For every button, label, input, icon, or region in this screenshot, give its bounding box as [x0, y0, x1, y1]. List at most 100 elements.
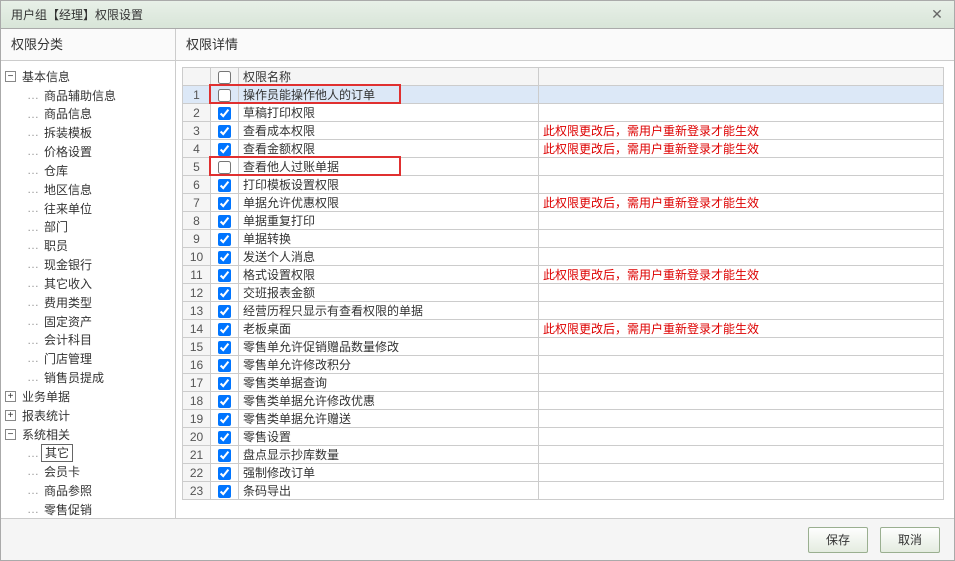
table-row[interactable]: 4查看金额权限此权限更改后，需用户重新登录才能生效 [183, 140, 944, 158]
table-row[interactable]: 12交班报表金额 [183, 284, 944, 302]
tree-leaf: 其它 [23, 444, 171, 463]
tree-leaf-label[interactable]: 零售促销 [41, 502, 95, 518]
row-checkbox-cell [211, 302, 239, 320]
row-checkbox[interactable] [218, 179, 231, 192]
table-row[interactable]: 21盘点显示抄库数量 [183, 446, 944, 464]
row-checkbox[interactable] [218, 395, 231, 408]
select-all-checkbox[interactable] [218, 71, 231, 84]
row-checkbox[interactable] [218, 449, 231, 462]
row-checkbox[interactable] [218, 287, 231, 300]
tree-leaf-label[interactable]: 会员卡 [41, 464, 83, 480]
col-checkbox[interactable] [211, 68, 239, 86]
permission-name: 打印模板设置权限 [239, 176, 539, 194]
table-row[interactable]: 22强制修改订单 [183, 464, 944, 482]
row-number: 10 [183, 248, 211, 266]
permission-note [539, 428, 944, 446]
row-checkbox[interactable] [218, 467, 231, 480]
row-checkbox[interactable] [218, 269, 231, 282]
row-checkbox[interactable] [218, 485, 231, 498]
col-name[interactable]: 权限名称 [239, 68, 539, 86]
tree-leaf-label[interactable]: 商品参照 [41, 483, 95, 499]
tree-leaf-label[interactable]: 商品信息 [41, 106, 95, 122]
row-checkbox[interactable] [218, 107, 231, 120]
table-row[interactable]: 15零售单允许促销赠品数量修改 [183, 338, 944, 356]
row-checkbox[interactable] [218, 233, 231, 246]
table-row[interactable]: 14老板桌面此权限更改后，需用户重新登录才能生效 [183, 320, 944, 338]
table-row[interactable]: 13经营历程只显示有查看权限的单据 [183, 302, 944, 320]
permission-note [539, 302, 944, 320]
table-row[interactable]: 1操作员能操作他人的订单 [183, 86, 944, 104]
row-checkbox[interactable] [218, 125, 231, 138]
tree-node-label[interactable]: 系统相关 [19, 427, 73, 443]
row-checkbox-cell [211, 356, 239, 374]
table-row[interactable]: 8单据重复打印 [183, 212, 944, 230]
row-checkbox[interactable] [218, 377, 231, 390]
grid-wrap[interactable]: 权限名称 1操作员能操作他人的订单2草稿打印权限3查看成本权限此权限更改后，需用… [176, 61, 954, 518]
table-row[interactable]: 18零售类单据允许修改优惠 [183, 392, 944, 410]
cancel-button[interactable]: 取消 [880, 527, 940, 553]
tree-leaf-label[interactable]: 拆装模板 [41, 125, 95, 141]
permission-note [539, 104, 944, 122]
tree-leaf-label[interactable]: 会计科目 [41, 332, 95, 348]
permission-note [539, 158, 944, 176]
row-checkbox[interactable] [218, 197, 231, 210]
table-row[interactable]: 16零售单允许修改积分 [183, 356, 944, 374]
row-checkbox[interactable] [218, 161, 231, 174]
tree-leaf-label[interactable]: 费用类型 [41, 295, 95, 311]
row-checkbox[interactable] [218, 431, 231, 444]
expand-icon[interactable]: + [5, 410, 16, 421]
permission-name: 老板桌面 [239, 320, 539, 338]
tree-leaf-label[interactable]: 往来单位 [41, 201, 95, 217]
collapse-icon[interactable]: − [5, 71, 16, 82]
tree-leaf: 会计科目 [23, 331, 171, 350]
save-button[interactable]: 保存 [808, 527, 868, 553]
tree-leaf-label[interactable]: 门店管理 [41, 351, 95, 367]
tree-leaf-label[interactable]: 价格设置 [41, 144, 95, 160]
table-row[interactable]: 5查看他人过账单据 [183, 158, 944, 176]
row-checkbox[interactable] [218, 143, 231, 156]
tree-leaf-label[interactable]: 职员 [41, 238, 71, 254]
row-checkbox-cell [211, 248, 239, 266]
table-row[interactable]: 6打印模板设置权限 [183, 176, 944, 194]
row-checkbox-cell [211, 374, 239, 392]
table-row[interactable]: 17零售类单据查询 [183, 374, 944, 392]
tree-node-label[interactable]: 基本信息 [19, 69, 73, 85]
table-row[interactable]: 11格式设置权限此权限更改后，需用户重新登录才能生效 [183, 266, 944, 284]
row-checkbox-cell [211, 122, 239, 140]
tree-node-label[interactable]: 业务单据 [19, 389, 73, 405]
table-row[interactable]: 19零售类单据允许赠送 [183, 410, 944, 428]
close-icon[interactable]: ✕ [928, 6, 946, 24]
tree-leaf-label[interactable]: 地区信息 [41, 182, 95, 198]
table-row[interactable]: 9单据转换 [183, 230, 944, 248]
row-checkbox[interactable] [218, 305, 231, 318]
row-checkbox[interactable] [218, 323, 231, 336]
table-row[interactable]: 7单据允许优惠权限此权限更改后，需用户重新登录才能生效 [183, 194, 944, 212]
tree-leaf-label[interactable]: 现金银行 [41, 257, 95, 273]
table-row[interactable]: 23条码导出 [183, 482, 944, 500]
row-checkbox[interactable] [218, 359, 231, 372]
tree-leaf-label[interactable]: 其它收入 [41, 276, 95, 292]
collapse-icon[interactable]: − [5, 429, 16, 440]
row-checkbox[interactable] [218, 341, 231, 354]
row-checkbox[interactable] [218, 251, 231, 264]
table-row[interactable]: 10发送个人消息 [183, 248, 944, 266]
tree-node-label[interactable]: 报表统计 [19, 408, 73, 424]
tree-leaf-label[interactable]: 部门 [41, 219, 71, 235]
category-tree[interactable]: −基本信息商品辅助信息商品信息拆装模板价格设置仓库地区信息往来单位部门职员现金银… [1, 61, 175, 518]
tree-leaf-label[interactable]: 商品辅助信息 [41, 88, 119, 104]
table-row[interactable]: 2草稿打印权限 [183, 104, 944, 122]
row-number: 9 [183, 230, 211, 248]
permission-note: 此权限更改后，需用户重新登录才能生效 [539, 194, 944, 212]
tree-leaf-label[interactable]: 固定资产 [41, 314, 95, 330]
tree-leaf-label[interactable]: 销售员提成 [41, 370, 107, 386]
row-checkbox[interactable] [218, 413, 231, 426]
permission-note [539, 212, 944, 230]
expand-icon[interactable]: + [5, 391, 16, 402]
table-row[interactable]: 20零售设置 [183, 428, 944, 446]
table-row[interactable]: 3查看成本权限此权限更改后，需用户重新登录才能生效 [183, 122, 944, 140]
row-checkbox[interactable] [218, 215, 231, 228]
row-checkbox[interactable] [218, 89, 231, 102]
tree-leaf-label[interactable]: 仓库 [41, 163, 71, 179]
tree-leaf-label[interactable]: 其它 [41, 444, 73, 462]
row-checkbox-cell [211, 338, 239, 356]
